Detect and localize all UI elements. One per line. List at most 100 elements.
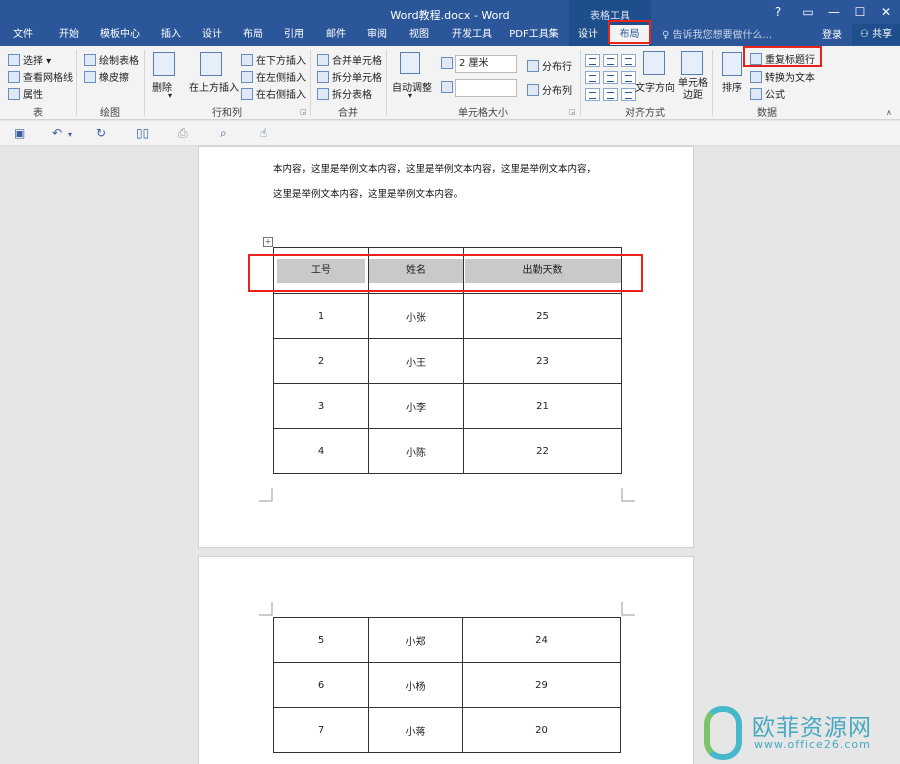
align-bottom-right-button[interactable] [621,88,636,101]
table-cell[interactable]: 小杨 [368,662,463,708]
align-middle-center-button[interactable] [603,71,618,84]
view-gridlines-button[interactable]: 查看网格线 [8,69,73,84]
properties-button[interactable]: 属性 [8,86,43,101]
table-cell[interactable]: 小张 [368,293,464,339]
draw-table-button[interactable]: 绘制表格 [84,52,139,67]
print-icon[interactable]: ⎙ [178,127,188,139]
tab-review[interactable]: 审阅 [360,25,394,45]
insert-above-icon[interactable] [200,52,222,76]
table-cell[interactable]: 6 [273,662,369,708]
table-cell[interactable]: 5 [273,617,369,663]
sort-icon[interactable] [722,52,742,76]
split-table-label: 拆分表格 [332,90,372,101]
table-cell[interactable]: 4 [273,428,369,474]
tab-design[interactable]: 设计 [195,25,229,45]
minimize-icon[interactable]: — [822,3,846,21]
table-cell[interactable]: 24 [462,617,621,663]
align-bottom-left-button[interactable] [585,88,600,101]
cell-margins-icon[interactable] [681,51,703,75]
split-table-button[interactable]: 拆分表格 [317,86,372,101]
print-preview-icon[interactable]: ⌕ [220,127,227,139]
insert-above-button[interactable]: 在上方插入 [189,79,239,94]
tab-developer[interactable]: 开发工具 [444,25,500,45]
eraser-button[interactable]: 橡皮擦 [84,69,129,84]
table-cell[interactable]: 23 [463,338,622,384]
insert-right-button[interactable]: 在右侧插入 [241,86,306,101]
table-cell[interactable]: 小郑 [368,617,463,663]
tab-references[interactable]: 引用 [277,25,311,45]
delete-table-icon[interactable] [153,52,175,76]
share-button[interactable]: ⚇ 共享 [852,24,900,45]
gridlines-label: 查看网格线 [23,73,73,84]
insert-left-button[interactable]: 在左侧插入 [241,69,306,84]
ribbon-display-icon[interactable]: ▭ [796,3,820,21]
table-cell[interactable]: 小陈 [368,428,464,474]
column-width-input[interactable] [455,79,517,97]
select-label: 选择 ▾ [23,56,52,67]
table-cell[interactable]: 3 [273,383,369,429]
table-cell[interactable]: 22 [463,428,622,474]
align-middle-left-button[interactable] [585,71,600,84]
tab-home[interactable]: 开始 [52,25,86,45]
table-cell[interactable]: 2 [273,338,369,384]
table-cell[interactable]: 20 [462,707,621,753]
watermark-logo-icon [704,706,742,760]
align-top-center-button[interactable] [603,54,618,67]
table-cell[interactable]: 小李 [368,383,464,429]
table-cell[interactable]: 7 [273,707,369,753]
tab-pdf-tools[interactable]: PDF工具集 [506,25,562,45]
sort-label: 排序 [722,83,742,94]
collapse-ribbon-icon[interactable]: ∧ [886,108,892,117]
table-cell[interactable]: 小王 [368,338,464,384]
tell-me-box[interactable]: ♀ 告诉我您想要做什么... [662,26,772,41]
split-cells-button[interactable]: 拆分单元格 [317,69,382,84]
table-cell[interactable]: 21 [463,383,622,429]
save-icon[interactable]: ▣ [14,127,25,139]
autofit-icon[interactable] [400,52,420,74]
distribute-cols-button[interactable]: 分布列 [527,82,572,97]
convert-to-text-button[interactable]: 转换为文本 [750,69,815,84]
insert-below-button[interactable]: 在下方插入 [241,52,306,67]
select-button[interactable]: 选择 ▾ [8,52,51,67]
tab-insert[interactable]: 插入 [154,25,188,45]
table-move-handle-icon[interactable]: + [263,237,273,247]
undo-icon[interactable]: ↶ [52,127,62,139]
tab-layout[interactable]: 布局 [236,25,270,45]
align-top-left-button[interactable] [585,54,600,67]
touch-mode-icon[interactable]: ☝ [260,127,267,139]
login-link[interactable]: 登录 [822,26,842,41]
align-bottom-center-button[interactable] [603,88,618,101]
help-icon[interactable]: ? [766,3,790,21]
row-height-input[interactable]: 2 厘米 [455,55,517,73]
distribute-rows-button[interactable]: 分布行 [527,58,572,73]
table-cell[interactable]: 1 [273,293,369,339]
redo-icon[interactable]: ↻ [96,127,106,139]
cell-margins-button[interactable]: 单元格边距 [676,78,710,102]
tab-view[interactable]: 视图 [402,25,436,45]
insert-below-label: 在下方插入 [256,56,306,67]
tab-mailings[interactable]: 邮件 [319,25,353,45]
maximize-icon[interactable]: ☐ [848,3,872,21]
header-row-highlight-box [248,254,643,292]
align-top-right-button[interactable] [621,54,636,67]
tab-template-center[interactable]: 模板中心 [92,25,148,45]
insert-below-icon [241,53,253,66]
table-cell[interactable]: 29 [462,662,621,708]
table-cell[interactable]: 25 [463,293,622,339]
dialog-launcher-icon[interactable]: ◲ [569,108,576,116]
text-direction-icon[interactable] [643,51,665,75]
sort-button[interactable]: 排序 [722,79,742,94]
table-cell[interactable]: 小蒋 [368,707,463,753]
merge-cells-button[interactable]: 合并单元格 [317,52,382,67]
reading-mode-icon[interactable]: ▯▯ [136,127,149,139]
dialog-launcher-icon[interactable]: ◲ [300,108,307,116]
tab-table-design[interactable]: 设计 [571,25,605,45]
title-bar: 表格工具 Word教程.docx - Word ? ▭ — ☐ ✕ 文件 开始 … [0,0,900,46]
text-direction-button[interactable]: 文字方向 [635,79,675,94]
tab-file[interactable]: 文件 [6,25,40,45]
formula-button[interactable]: 公式 [750,86,785,101]
gridlines-icon [8,70,20,83]
align-middle-right-button[interactable] [621,71,636,84]
close-icon[interactable]: ✕ [874,3,898,21]
undo-dropdown-icon[interactable]: ▾ [68,129,72,141]
